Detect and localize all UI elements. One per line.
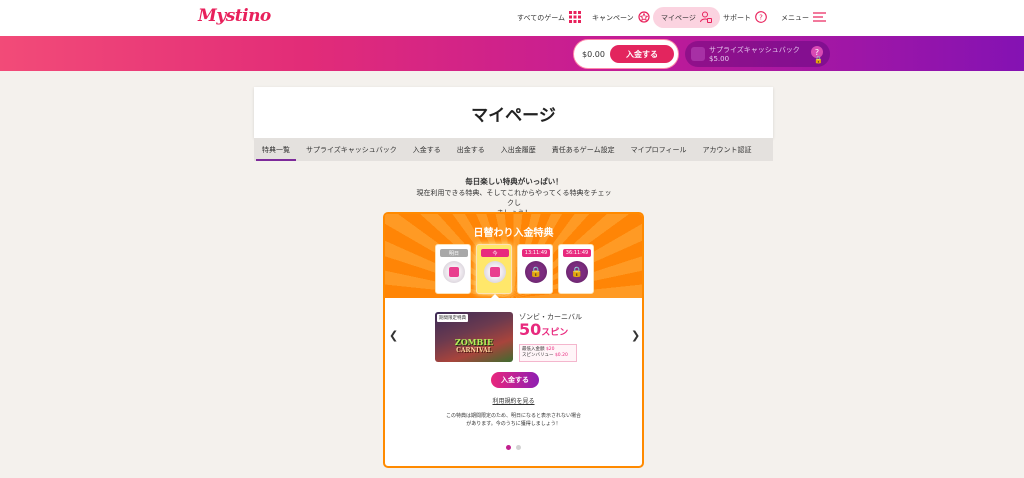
page-title-card: マイページ bbox=[254, 87, 773, 138]
nav-support[interactable]: サポート ? bbox=[723, 0, 767, 36]
spin-number: 50 bbox=[519, 320, 542, 339]
svg-text:?: ? bbox=[759, 14, 763, 22]
lock-icon: 🔒 bbox=[525, 261, 547, 283]
daily-deposit-bonus-card: 日替わり入金特典 明日 今 13:11:49 🔒 36:11:49 🔒 ❮ ❯ … bbox=[383, 212, 644, 468]
day-label: 今 bbox=[481, 249, 509, 257]
lock-icon: 🔒 bbox=[814, 56, 823, 64]
lock-icon: 🔒 bbox=[566, 261, 588, 283]
cashback-value: $5.00 bbox=[709, 55, 730, 63]
terms-link[interactable]: 利用規約を見る bbox=[385, 396, 642, 405]
day-card-locked[interactable]: 36:11:49 🔒 bbox=[558, 244, 594, 294]
promo-header: 日替わり入金特典 明日 今 13:11:49 🔒 36:11:49 🔒 bbox=[385, 214, 642, 300]
account-banner: $0.00 入金する サプライズキャッシュバック $5.00 ? 🔒 bbox=[0, 36, 1024, 71]
nav-campaign[interactable]: キャンペーン bbox=[592, 0, 650, 36]
header-deposit-button[interactable]: 入金する bbox=[610, 45, 674, 63]
site-header: Mystino すべてのゲーム キャンペーン マイページ サポート ? メニュー bbox=[0, 0, 1024, 36]
nav-campaign-label: キャンペーン bbox=[592, 14, 634, 22]
nav-all-games[interactable]: すべてのゲーム bbox=[517, 0, 582, 36]
cashback-title: サプライズキャッシュバック bbox=[709, 46, 800, 54]
day-label: 明日 bbox=[440, 249, 468, 257]
intro-heading: 毎日楽しい特典がいっぱい！ bbox=[465, 177, 563, 186]
tab-withdraw[interactable]: 出金する bbox=[449, 138, 493, 161]
game-thumbnail[interactable]: 期間限定特典 ZOMBIE CARNIVAL bbox=[435, 312, 513, 362]
notice-line: この特典は期間限定のため、明日になると表示されない場合 bbox=[445, 413, 581, 419]
countdown-label: 13:11:49 bbox=[522, 249, 550, 257]
chevron-left-icon[interactable]: ❮ bbox=[389, 329, 398, 342]
tab-account-verification[interactable]: アカウント認証 bbox=[694, 138, 759, 161]
gift-icon bbox=[484, 261, 506, 283]
day-card-tomorrow[interactable]: 明日 bbox=[435, 244, 471, 294]
tab-my-profile[interactable]: マイプロフィール bbox=[623, 138, 695, 161]
spin-value-label: スピンバリュー bbox=[522, 353, 554, 358]
logo[interactable]: Mystino bbox=[198, 6, 271, 26]
countdown-label: 36:11:49 bbox=[563, 249, 591, 257]
wallet: $0.00 入金する bbox=[574, 40, 678, 68]
tab-transaction-history[interactable]: 入出金履歴 bbox=[493, 138, 544, 161]
limited-offer-tag: 期間限定特典 bbox=[437, 314, 468, 322]
today-pointer bbox=[489, 294, 501, 300]
hamburger-icon bbox=[813, 12, 826, 24]
intro-line: 現在利用できる特典、そしてこれからやってくる特典をチェックし bbox=[416, 189, 612, 207]
page-title: マイページ bbox=[471, 106, 556, 126]
nav-mypage-label: マイページ bbox=[661, 13, 696, 22]
min-deposit-value: $20 bbox=[545, 347, 555, 352]
promo-title: 日替わり入金特典 bbox=[473, 228, 554, 239]
tab-bonus-list[interactable]: 特典一覧 bbox=[254, 138, 298, 161]
nav-menu[interactable]: メニュー bbox=[781, 0, 826, 36]
carousel-dot[interactable] bbox=[516, 445, 521, 450]
nav-support-label: サポート bbox=[723, 14, 751, 22]
carousel-dot-active[interactable] bbox=[506, 445, 511, 450]
spin-value-value: $0.20 bbox=[554, 353, 568, 358]
tab-deposit[interactable]: 入金する bbox=[405, 138, 449, 161]
notice-line: があります。今のうちに獲得しましょう！ bbox=[466, 421, 561, 427]
grid-icon bbox=[569, 11, 582, 25]
nav-mypage[interactable]: マイページ bbox=[653, 7, 720, 28]
nav-menu-label: メニュー bbox=[781, 14, 809, 22]
day-card-today[interactable]: 今 bbox=[476, 244, 512, 294]
game-logo-line2: CARNIVAL bbox=[456, 347, 492, 354]
limited-time-notice: この特典は期間限定のため、明日になると表示されない場合 があります。今のうちに獲… bbox=[435, 412, 592, 428]
game-logo-line1: ZOMBIE bbox=[454, 337, 494, 347]
tab-surprise-cashback[interactable]: サプライズキャッシュバック bbox=[298, 138, 405, 161]
surprise-cashback[interactable]: サプライズキャッシュバック $5.00 ? 🔒 bbox=[685, 41, 830, 67]
min-deposit-label: 最低入金額 bbox=[522, 347, 545, 352]
promo-deposit-button[interactable]: 入金する bbox=[491, 372, 539, 388]
help-icon: ? bbox=[755, 11, 767, 25]
bonus-conditions: 最低入金額 $20 スピンバリュー $0.20 bbox=[519, 344, 577, 362]
nav-all-games-label: すべてのゲーム bbox=[517, 14, 566, 22]
chevron-right-icon[interactable]: ❯ bbox=[631, 329, 640, 342]
balance-value: $0.00 bbox=[582, 50, 605, 59]
cashback-icon bbox=[691, 47, 705, 61]
day-card-locked[interactable]: 13:11:49 🔒 bbox=[517, 244, 553, 294]
spin-count: 50スピン bbox=[519, 320, 568, 339]
mypage-tabs: 特典一覧 サプライズキャッシュバック 入金する 出金する 入出金履歴 責任あるゲ… bbox=[254, 138, 773, 161]
gift-icon bbox=[638, 11, 650, 25]
gift-icon bbox=[443, 261, 465, 283]
spin-unit: スピン bbox=[541, 328, 569, 338]
tab-responsible-gaming[interactable]: 責任あるゲーム設定 bbox=[544, 138, 623, 161]
user-lock-icon bbox=[699, 11, 712, 25]
